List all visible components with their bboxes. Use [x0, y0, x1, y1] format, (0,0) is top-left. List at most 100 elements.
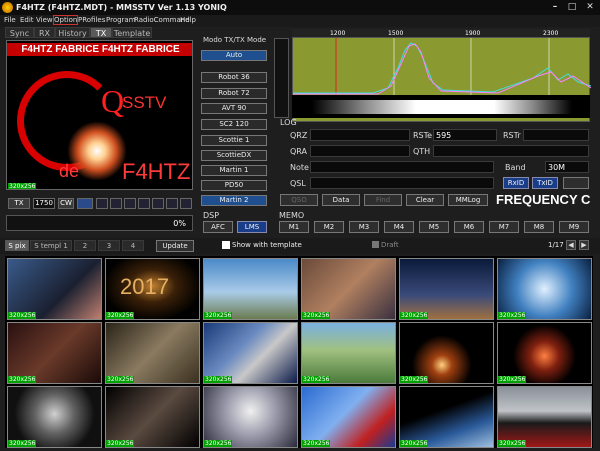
qso-button[interactable]: QSO	[280, 194, 318, 206]
toolbar-icon-3[interactable]	[124, 198, 136, 209]
tx-image-canvas[interactable]: F4HTZ FABRICE F4HTZ FABRICE Q SSTV de F4…	[6, 40, 193, 190]
mode-pd50[interactable]: PD50	[201, 180, 267, 191]
thumb-11[interactable]: 320x256	[399, 322, 494, 384]
qra-label: QRA	[290, 147, 308, 156]
memo-m1[interactable]: M1	[279, 221, 309, 233]
close-button[interactable]: ✕	[581, 1, 599, 13]
tx-button[interactable]: TX	[8, 198, 30, 209]
callsign-banner: F4HTZ FABRICE F4HTZ FABRICE	[7, 43, 192, 56]
lms-button[interactable]: LMS	[237, 221, 267, 233]
qrz-field[interactable]	[310, 129, 410, 141]
mode-martin2[interactable]: Martin 2	[201, 195, 267, 206]
memo-m8[interactable]: M8	[524, 221, 554, 233]
tab-spix[interactable]: S pix	[5, 240, 29, 251]
menu-edit[interactable]: Edit	[20, 16, 34, 24]
thumb-13[interactable]: 320x256	[7, 386, 102, 448]
toolbar-icon-4[interactable]	[138, 198, 150, 209]
tab-3[interactable]: 3	[98, 240, 120, 251]
mode-robot72[interactable]: Robot 72	[201, 88, 267, 99]
clear-button[interactable]: Clear	[406, 194, 444, 206]
mode-martin1[interactable]: Martin 1	[201, 165, 267, 176]
mode-sc2-120[interactable]: SC2 120	[201, 119, 267, 130]
memo-m6[interactable]: M6	[454, 221, 484, 233]
memo-m9[interactable]: M9	[559, 221, 589, 233]
menu-profiles[interactable]: PRofiles	[78, 16, 105, 24]
minimize-button[interactable]: –	[546, 1, 564, 13]
thumb-15[interactable]: 320x256	[203, 386, 298, 448]
tab-2[interactable]: 2	[74, 240, 96, 251]
thumb-8[interactable]: 320x256	[105, 322, 200, 384]
thumb-7[interactable]: 320x256	[7, 322, 102, 384]
menu-option[interactable]: Option	[52, 15, 79, 25]
thumb-size-badge: 320x256	[400, 312, 429, 319]
toolbar-icon-6[interactable]	[166, 198, 178, 209]
mmlog-button[interactable]: MMLog	[448, 194, 488, 206]
thumb-17[interactable]: 320x256	[399, 386, 494, 448]
toolbar-icon-5[interactable]	[152, 198, 164, 209]
menu-help[interactable]: Help	[180, 16, 196, 24]
thumb-16[interactable]: 320x256	[301, 386, 396, 448]
tab-rx[interactable]: RX	[34, 27, 55, 38]
band-select[interactable]: 30M	[545, 161, 589, 173]
menu-program[interactable]: Program	[106, 16, 136, 24]
scale-1900: 1900	[465, 30, 481, 37]
thumb-size-badge: 320x256	[106, 376, 135, 383]
menu-file[interactable]: File	[4, 16, 16, 24]
thumb-3[interactable]: 320x256	[203, 258, 298, 320]
show-template-checkbox[interactable]	[222, 241, 230, 249]
mode-scottie1[interactable]: Scottie 1	[201, 135, 267, 146]
update-button[interactable]: Update	[156, 240, 194, 252]
memo-m5[interactable]: M5	[419, 221, 449, 233]
cw-button[interactable]: CW	[58, 198, 74, 209]
thumb-18[interactable]: 320x256	[497, 386, 592, 448]
qra-field[interactable]	[310, 145, 410, 157]
mode-scottiedx[interactable]: ScottieDX	[201, 150, 267, 161]
tab-template[interactable]: Template	[112, 27, 152, 38]
tab-history[interactable]: History	[55, 27, 90, 38]
thumb-12[interactable]: 320x256	[497, 322, 592, 384]
thumb-5[interactable]: 320x256	[399, 258, 494, 320]
draft-label[interactable]: Draft	[381, 241, 399, 249]
id-options-icon[interactable]	[563, 177, 589, 189]
tab-stempl-1[interactable]: S templ 1	[30, 240, 72, 251]
afc-button[interactable]: AFC	[203, 221, 233, 233]
memo-m3[interactable]: M3	[349, 221, 379, 233]
rxid-button[interactable]: RxID	[503, 177, 529, 189]
mode-auto[interactable]: Auto	[201, 50, 267, 61]
memo-m4[interactable]: M4	[384, 221, 414, 233]
toolbar-icon-2[interactable]	[110, 198, 122, 209]
thumb-9[interactable]: 320x256	[203, 322, 298, 384]
title-bar: F4HTZ (F4HTZ.MDT) - MMSSTV Ver 1.13 YONI…	[0, 0, 600, 15]
thumb-10[interactable]: 320x256	[301, 322, 396, 384]
toolbar-icon-7[interactable]	[180, 198, 192, 209]
note-field[interactable]	[310, 161, 494, 173]
menu-view[interactable]: View	[36, 16, 53, 24]
memo-m7[interactable]: M7	[489, 221, 519, 233]
thumb-6[interactable]: 320x256	[497, 258, 592, 320]
mode-avt90[interactable]: AVT 90	[201, 103, 267, 114]
thumb-2[interactable]: 2017 320x256	[105, 258, 200, 320]
rste-label: RSTe	[413, 131, 433, 140]
thumb-14[interactable]: 320x256	[105, 386, 200, 448]
tone-freq-field[interactable]: 1750	[33, 198, 55, 209]
rste-field[interactable]: 595	[433, 129, 497, 141]
dsp-title: DSP	[203, 211, 220, 220]
thumb-1[interactable]: 320x256	[7, 258, 102, 320]
find-button[interactable]: Find	[364, 194, 402, 206]
mode-robot36[interactable]: Robot 36	[201, 72, 267, 83]
data-button[interactable]: Data	[322, 194, 360, 206]
qth-field[interactable]	[433, 145, 589, 157]
image-tool-icon[interactable]	[77, 198, 93, 209]
rstr-field[interactable]	[523, 129, 589, 141]
maximize-button[interactable]: □	[563, 1, 581, 13]
next-page-icon[interactable]: ▶	[579, 240, 589, 250]
thumb-4[interactable]: 320x256	[301, 258, 396, 320]
memo-m2[interactable]: M2	[314, 221, 344, 233]
tab-4[interactable]: 4	[122, 240, 144, 251]
qsl-field[interactable]	[310, 177, 494, 189]
prev-page-icon[interactable]: ◀	[566, 240, 576, 250]
tab-sync[interactable]: Sync	[5, 27, 34, 38]
txid-button[interactable]: TxID	[532, 177, 558, 189]
toolbar-icon-1[interactable]	[96, 198, 108, 209]
tab-tx[interactable]: TX	[90, 27, 112, 38]
